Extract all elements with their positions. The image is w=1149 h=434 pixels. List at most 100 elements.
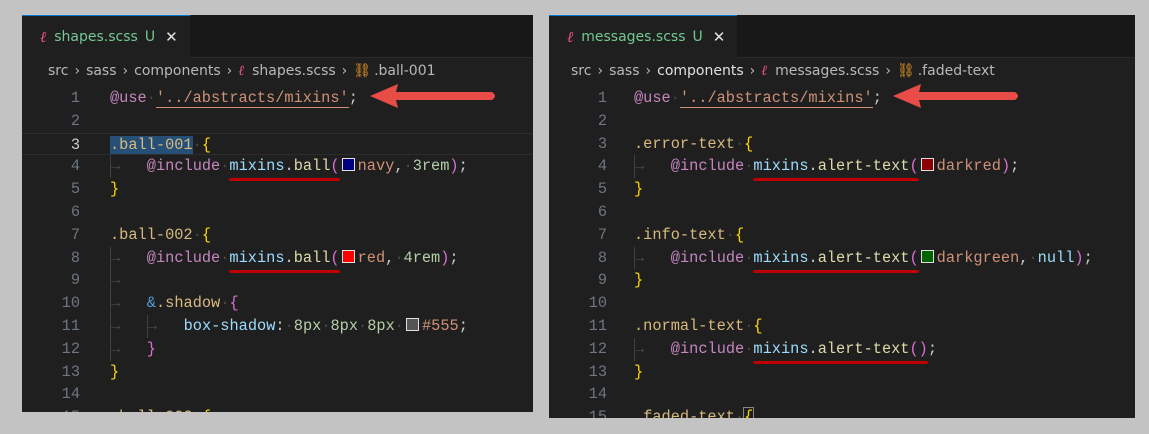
annotation-underline: mixins.ball( — [229, 249, 339, 267]
sass-icon: ℓ — [40, 27, 47, 46]
line-number: 9 — [597, 271, 607, 290]
code-line[interactable]: 3 .ball-001·{ — [22, 132, 533, 156]
line-text: →} — [110, 337, 156, 361]
breadcrumb-file[interactable]: shapes.scss — [252, 63, 336, 79]
code-line[interactable]: 7 .info-text·{ — [549, 224, 1135, 247]
code-line[interactable]: 14 — [549, 383, 1135, 406]
code-token: , — [385, 248, 395, 267]
code-line[interactable]: 11 → → box-shadow:·8px·8px·8px· #555; — [22, 314, 533, 338]
sass-icon: ℓ — [238, 62, 245, 79]
code-token: . — [808, 248, 818, 267]
code-token: '../abstracts/mixins' — [155, 89, 349, 108]
tab-label: shapes.scss — [54, 29, 138, 45]
code-editor[interactable]: 1 @use·'../abstracts/mixins'; 2 3 .ball-001·… — [22, 87, 533, 412]
code-line[interactable]: 5} — [22, 178, 533, 201]
code-line[interactable]: 9} — [549, 269, 1135, 292]
breadcrumb-file[interactable]: messages.scss — [775, 63, 879, 79]
line-text: → &.shadow·{ — [110, 292, 239, 315]
code-line[interactable]: 13} — [22, 361, 533, 384]
line-number: 2 — [597, 111, 607, 130]
breadcrumb-src[interactable]: src — [571, 63, 591, 79]
code-line[interactable]: 10 → &.shadow·{ — [22, 292, 533, 315]
code-line[interactable]: 7 .ball-002·{ — [22, 224, 533, 247]
whitespace-marker: · — [403, 157, 413, 176]
code-token: .normal-text — [634, 316, 745, 335]
code-line[interactable]: 12 →} — [22, 337, 533, 361]
code-line[interactable]: 2 — [549, 110, 1135, 133]
code-line[interactable]: 14 — [22, 383, 533, 406]
color-swatch[interactable] — [405, 317, 419, 331]
code-line[interactable]: 8 → @include·mixins.ball(red,·4rem); — [22, 246, 533, 270]
breadcrumb-sass[interactable]: sass — [86, 63, 116, 79]
code-token: @use — [634, 89, 671, 107]
code-line[interactable]: 2 — [22, 110, 533, 133]
code-line[interactable]: 6 — [549, 201, 1135, 224]
code-token: ) — [1000, 157, 1011, 176]
code-line[interactable]: 6 — [22, 201, 533, 224]
color-swatch[interactable] — [341, 249, 355, 263]
close-icon[interactable]: ✕ — [713, 28, 726, 46]
whitespace-marker: · — [734, 408, 745, 418]
line-number: 2 — [70, 111, 80, 130]
indent-guide: → — [146, 314, 184, 338]
code-line[interactable]: 12 → @include·mixins.alert-text(); — [549, 337, 1135, 361]
indent-guide: → — [634, 337, 671, 361]
line-number: 3 — [597, 134, 607, 153]
line-number: 9 — [70, 271, 80, 290]
whitespace-marker: · — [284, 316, 294, 335]
code-line[interactable]: 15 .faded-text·{ — [549, 406, 1135, 418]
code-token: mixins — [229, 157, 285, 176]
color-swatch[interactable] — [920, 158, 934, 172]
tab-bar: ℓ shapes.scss U ✕ — [22, 15, 533, 58]
line-number: 13 — [588, 362, 607, 381]
whitespace-marker: · — [1028, 248, 1038, 267]
code-token: .faded-text — [634, 408, 735, 418]
code-line[interactable]: 1 @use·'../abstracts/mixins'; — [549, 87, 1135, 110]
code-token: : — [275, 316, 285, 335]
breadcrumb-symbol[interactable]: .faded-text — [918, 63, 995, 79]
line-number: 1 — [597, 89, 607, 107]
line-number: 12 — [588, 339, 607, 358]
breadcrumb-symbol[interactable]: .ball-001 — [374, 63, 435, 79]
code-token: . — [808, 157, 818, 176]
code-line[interactable]: 13} — [549, 361, 1135, 384]
code-token: ( — [330, 157, 340, 176]
line-number: 7 — [597, 225, 607, 244]
code-line[interactable]: 15 .ball-003·{ — [22, 406, 533, 412]
code-token: .shadow — [155, 294, 221, 313]
annotation-underline: mixins.alert-text( — [753, 157, 918, 175]
code-line[interactable]: 5} — [549, 178, 1135, 201]
breadcrumb-components[interactable]: components — [134, 63, 221, 79]
chevron-right-icon: › — [226, 63, 233, 79]
line-number: 8 — [70, 248, 80, 267]
breadcrumb-src[interactable]: src — [48, 63, 68, 79]
color-swatch[interactable] — [341, 158, 355, 172]
line-number: 11 — [61, 316, 80, 335]
breadcrumb-sass[interactable]: sass — [609, 63, 639, 79]
line-text: → @include·mixins.alert-text(darkgreen,·n… — [634, 246, 1093, 270]
line-number: 15 — [588, 408, 607, 418]
code-token: '../abstracts/mixins' — [679, 89, 873, 108]
whitespace-marker: · — [146, 89, 156, 107]
indent-guide: → — [634, 246, 671, 270]
color-swatch[interactable] — [920, 249, 934, 263]
code-editor[interactable]: 1 @use·'../abstracts/mixins'; 2 3 .error-tex… — [549, 87, 1135, 418]
code-line[interactable]: 10 — [549, 292, 1135, 315]
code-token: . — [284, 248, 294, 267]
tab-shapes-scss[interactable]: ℓ shapes.scss U ✕ — [22, 15, 190, 58]
line-number: 14 — [61, 385, 80, 404]
code-line[interactable]: 3 .error-text·{ — [549, 133, 1135, 156]
code-line[interactable]: 4 → @include·mixins.ball(navy,·3rem); — [22, 155, 533, 179]
line-text: → → box-shadow:·8px·8px·8px· #555; — [110, 314, 468, 338]
code-line[interactable]: 8 → @include·mixins.alert-text(darkgreen,·… — [549, 246, 1135, 270]
code-line[interactable]: 4 → @include·mixins.alert-text(darkred); — [549, 155, 1135, 179]
tab-messages-scss[interactable]: ℓ messages.scss U ✕ — [549, 15, 738, 58]
code-token: red — [357, 248, 386, 267]
line-number: 10 — [588, 294, 607, 313]
code-line[interactable]: 9 → — [22, 269, 533, 293]
code-line[interactable]: 1 @use·'../abstracts/mixins'; — [22, 87, 533, 110]
code-token: . — [284, 157, 294, 176]
code-line[interactable]: 11 .normal-text·{ — [549, 315, 1135, 338]
breadcrumb-components[interactable]: components — [657, 63, 744, 79]
close-icon[interactable]: ✕ — [165, 28, 178, 46]
